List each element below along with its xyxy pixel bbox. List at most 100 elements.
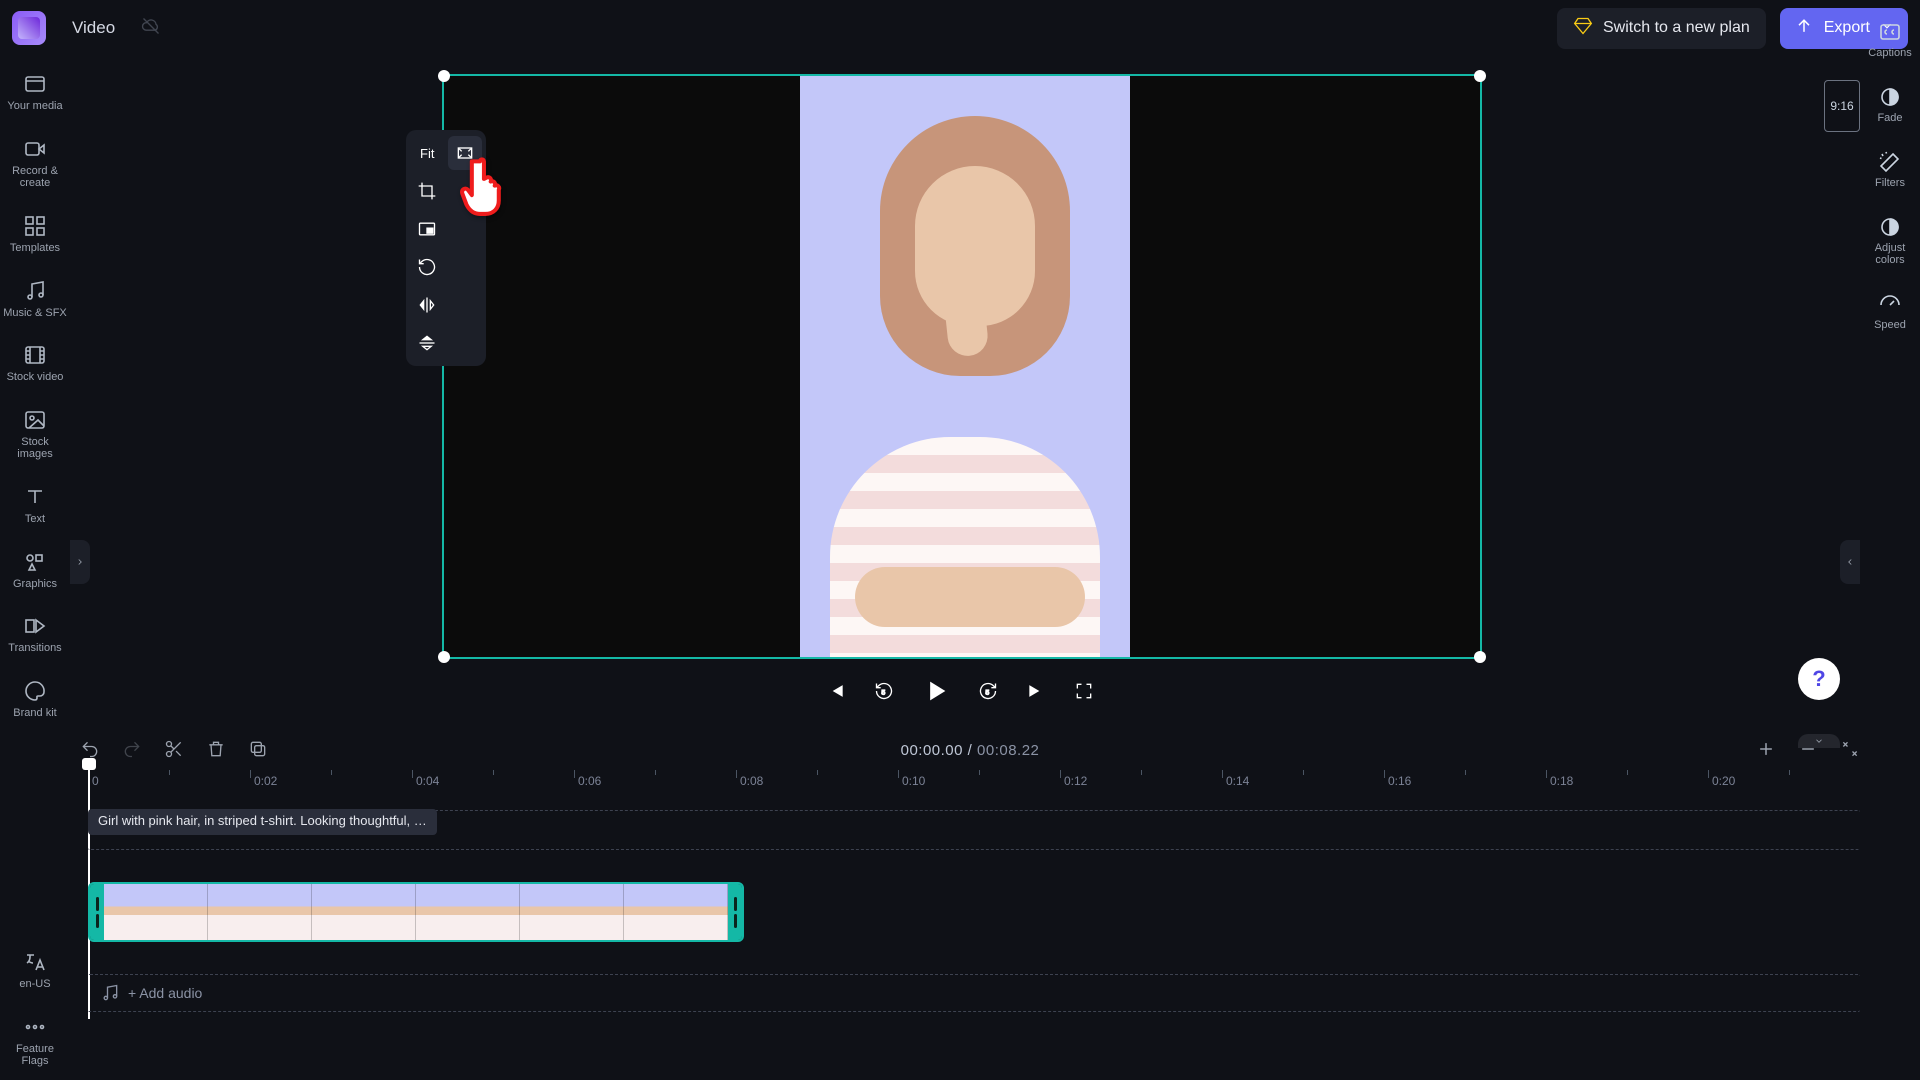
switch-plan-button[interactable]: Switch to a new plan [1557, 8, 1766, 49]
topbar: Video Switch to a new plan Export [0, 0, 1920, 56]
seek-forward-button[interactable]: 5 [978, 681, 998, 704]
switch-plan-label: Switch to a new plan [1603, 19, 1750, 37]
flip-horizontal-button[interactable] [410, 288, 444, 322]
flip-vertical-button[interactable] [410, 326, 444, 360]
music-icon [23, 279, 47, 303]
left-sidebar: Your media Record & create Templates Mus… [0, 56, 70, 1080]
tool-label: Fade [1877, 112, 1902, 124]
resize-handle-bl[interactable] [438, 651, 450, 663]
nav-label: en-US [19, 978, 50, 991]
fade-icon [1878, 85, 1902, 109]
tool-filters[interactable]: Filters [1860, 142, 1920, 197]
resize-handle-br[interactable] [1474, 651, 1486, 663]
minus-icon [1798, 739, 1818, 759]
app-logo [12, 11, 46, 45]
nav-label: Music & SFX [3, 307, 67, 320]
canvas-selection[interactable] [442, 74, 1482, 659]
nav-stock-video[interactable]: Stock video [0, 333, 70, 396]
text-track[interactable]: Girl with pink hair, in striped t-shirt.… [88, 810, 1860, 850]
tool-label: Captions [1868, 47, 1911, 59]
clip-trim-right[interactable] [728, 884, 742, 940]
svg-text:5: 5 [986, 689, 990, 696]
duplicate-icon [248, 739, 268, 759]
pip-icon [417, 219, 437, 239]
aspect-ratio-button[interactable]: 9:16 [1824, 80, 1860, 132]
pip-button[interactable] [410, 212, 444, 246]
nav-label: Your media [7, 100, 62, 113]
tool-adjust-colors[interactable]: Adjust colors [1860, 207, 1920, 274]
media-icon [23, 72, 47, 96]
zoom-fit-button[interactable] [1840, 739, 1860, 762]
nav-transitions[interactable]: Transitions [0, 604, 70, 667]
redo-button[interactable] [122, 739, 142, 762]
image-icon [23, 408, 47, 432]
nav-label: Feature Flags [2, 1043, 68, 1068]
duplicate-button[interactable] [248, 739, 268, 762]
svg-text:5: 5 [882, 689, 886, 696]
trash-icon [206, 739, 226, 759]
tool-fade[interactable]: Fade [1860, 77, 1920, 132]
cc-icon [1878, 20, 1902, 44]
collapse-icon [1840, 739, 1860, 759]
nav-templates[interactable]: Templates [0, 204, 70, 267]
templates-icon [23, 214, 47, 238]
shapes-icon [23, 550, 47, 574]
video-track[interactable] [88, 868, 1860, 960]
redo-icon [122, 739, 142, 759]
video-clip[interactable] [88, 882, 744, 942]
delete-button[interactable] [206, 739, 226, 762]
nav-label: Text [25, 513, 45, 526]
tool-label: Speed [1874, 319, 1906, 331]
crop-button[interactable] [410, 174, 444, 208]
rotate-button[interactable] [410, 250, 444, 284]
tool-speed[interactable]: Speed [1860, 284, 1920, 339]
diamond-icon [1573, 16, 1593, 41]
undo-icon [80, 739, 100, 759]
gauge-icon [1878, 292, 1902, 316]
split-button[interactable] [164, 739, 184, 762]
flip-h-icon [417, 295, 437, 315]
clip-trim-left[interactable] [90, 884, 104, 940]
timeline-ruler[interactable]: 00:020:040:060:080:100:120:140:160:180:2… [88, 770, 1860, 800]
caption-clip[interactable]: Girl with pink hair, in striped t-shirt.… [88, 809, 437, 835]
timecode: 00:00.00 / 00:08.22 [901, 742, 1040, 759]
fullscreen-icon [1074, 681, 1094, 701]
fit-button[interactable]: Fit [410, 136, 444, 170]
nav-feature-flags[interactable]: Feature Flags [0, 1005, 70, 1080]
nav-label: Stock images [2, 436, 68, 461]
time-current: 00:00.00 [901, 742, 963, 759]
fill-icon [455, 143, 475, 163]
wand-icon [1878, 150, 1902, 174]
nav-locale[interactable]: en-US [0, 940, 70, 1003]
nav-your-media[interactable]: Your media [0, 62, 70, 125]
clip-floating-toolbar: Fit [406, 130, 486, 366]
audio-track[interactable]: + Add audio [88, 974, 1860, 1012]
play-icon [922, 677, 950, 705]
project-title[interactable]: Video [58, 12, 129, 44]
nav-record-create[interactable]: Record & create [0, 127, 70, 202]
tool-captions[interactable]: Captions [1860, 12, 1920, 67]
forward-icon: 5 [978, 681, 998, 701]
seek-back-button[interactable]: 5 [874, 681, 894, 704]
play-button[interactable] [922, 677, 950, 708]
tool-label: Filters [1875, 177, 1905, 189]
zoom-in-button[interactable] [1756, 739, 1776, 762]
skip-back-button[interactable] [826, 681, 846, 704]
resize-handle-tl[interactable] [438, 70, 450, 82]
skip-forward-button[interactable] [1026, 681, 1046, 704]
music-icon [100, 983, 120, 1003]
flip-v-icon [417, 333, 437, 353]
fullscreen-button[interactable] [1074, 681, 1094, 704]
nav-stock-images[interactable]: Stock images [0, 398, 70, 473]
nav-label: Templates [10, 242, 60, 255]
fill-button[interactable] [448, 136, 482, 170]
time-total: 00:08.22 [977, 742, 1039, 759]
nav-text[interactable]: Text [0, 475, 70, 538]
skip-fwd-icon [1026, 681, 1046, 701]
nav-graphics[interactable]: Graphics [0, 540, 70, 603]
right-sidebar: Captions Fade Filters Adjust colors Spee… [1860, 0, 1920, 340]
nav-music-sfx[interactable]: Music & SFX [0, 269, 70, 332]
more-icon [23, 1015, 47, 1039]
resize-handle-tr[interactable] [1474, 70, 1486, 82]
zoom-out-button[interactable] [1798, 739, 1818, 762]
